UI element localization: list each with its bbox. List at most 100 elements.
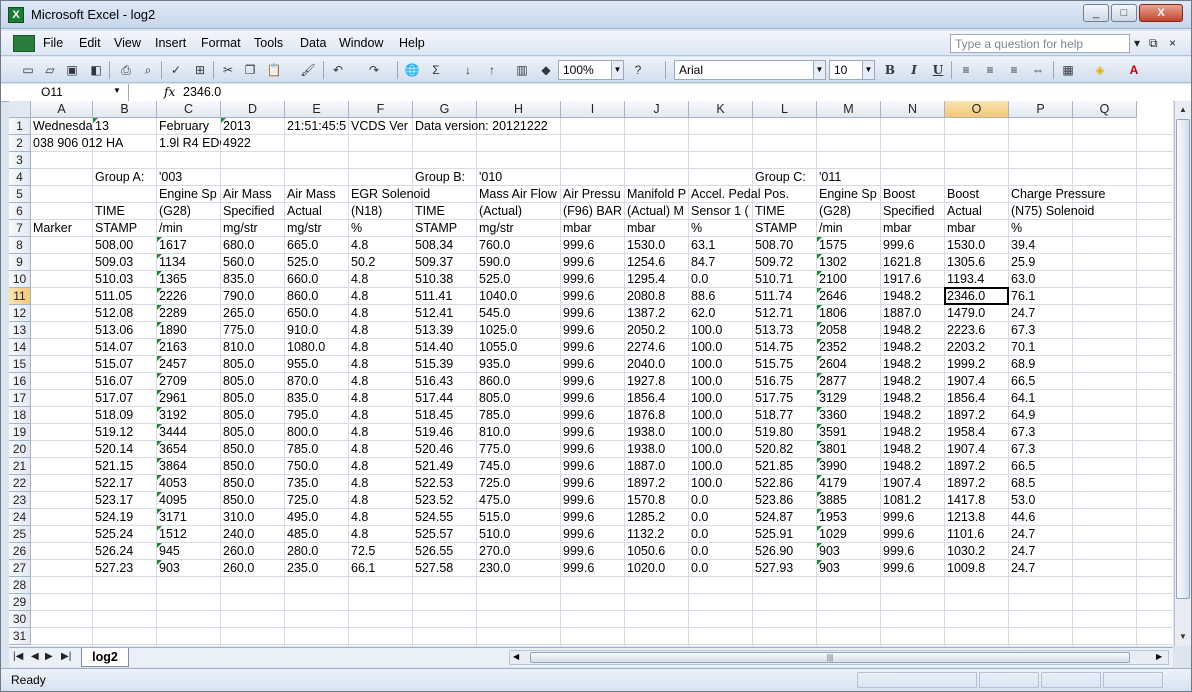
cell-j27[interactable]: 1020.0 [625,560,689,577]
cell-k17[interactable]: 100.0 [689,390,753,407]
row-header-17[interactable]: 17 [9,390,31,407]
cell-g22[interactable]: 522.53 [413,475,477,492]
cell-c7[interactable]: /min [157,220,221,237]
cell-h16[interactable]: 860.0 [477,373,561,390]
workbook-icon[interactable] [13,35,35,52]
cell-i19[interactable]: 999.6 [561,424,625,441]
cell-k25[interactable]: 0.0 [689,526,753,543]
cell-b14[interactable]: 514.07 [93,339,157,356]
cell-b7[interactable]: STAMP [93,220,157,237]
column-header-k[interactable]: K [689,101,753,118]
cell-m25[interactable]: 1029 [817,526,881,543]
cell-i26[interactable]: 999.6 [561,543,625,560]
cell-k24[interactable]: 0.0 [689,509,753,526]
spelling-icon[interactable]: ✓ [167,61,185,79]
cell-l15[interactable]: 515.75 [753,356,817,373]
cell-b21[interactable]: 521.15 [93,458,157,475]
cell-j11[interactable]: 2080.8 [625,288,689,305]
cell-m27[interactable]: 903 [817,560,881,577]
copy-icon[interactable]: ❐ [241,61,259,79]
cell-e27[interactable]: 235.0 [285,560,349,577]
horizontal-scrollbar[interactable]: ◀ ||| ▶ [509,650,1169,665]
cell-f16[interactable]: 4.8 [349,373,413,390]
cell-l7[interactable]: STAMP [753,220,817,237]
cell-j15[interactable]: 2040.0 [625,356,689,373]
cell-c11[interactable]: 2226 [157,288,221,305]
cell-e5[interactable]: Air Mass [285,186,349,203]
cell-k7[interactable]: % [689,220,753,237]
format-painter-icon[interactable]: 🖌 [299,61,317,79]
cell-m19[interactable]: 3591 [817,424,881,441]
cell-i18[interactable]: 999.6 [561,407,625,424]
cell-k14[interactable]: 100.0 [689,339,753,356]
cell-i16[interactable]: 999.6 [561,373,625,390]
cell-g25[interactable]: 525.57 [413,526,477,543]
cell-j8[interactable]: 1530.0 [625,237,689,254]
cell-f19[interactable]: 4.8 [349,424,413,441]
cell-e13[interactable]: 910.0 [285,322,349,339]
cell-b15[interactable]: 515.07 [93,356,157,373]
cell-o17[interactable]: 1856.4 [945,390,1009,407]
column-header-m[interactable]: M [817,101,881,118]
cell-o21[interactable]: 1897.2 [945,458,1009,475]
cell-e16[interactable]: 870.0 [285,373,349,390]
cell-j10[interactable]: 1295.4 [625,271,689,288]
cell-g19[interactable]: 519.46 [413,424,477,441]
scroll-down-icon[interactable]: ▼ [1176,629,1190,644]
cell-h24[interactable]: 515.0 [477,509,561,526]
cell-h18[interactable]: 785.0 [477,407,561,424]
cell-i24[interactable]: 999.6 [561,509,625,526]
cell-c20[interactable]: 3654 [157,441,221,458]
column-header-q[interactable]: Q [1073,101,1137,118]
cell-p5[interactable]: Charge Pressure [1009,186,1137,203]
cell-d24[interactable]: 310.0 [221,509,285,526]
cell-h22[interactable]: 725.0 [477,475,561,492]
cell-h17[interactable]: 805.0 [477,390,561,407]
align-right-icon[interactable]: ≡ [1005,61,1023,79]
cell-b12[interactable]: 512.08 [93,305,157,322]
column-header-o[interactable]: O [945,101,1009,118]
cell-g6[interactable]: TIME [413,203,477,220]
cell-p7[interactable]: % [1009,220,1137,237]
borders-icon[interactable]: ▦ [1059,61,1077,79]
cell-c15[interactable]: 2457 [157,356,221,373]
cell-b11[interactable]: 511.05 [93,288,157,305]
cell-i11[interactable]: 999.6 [561,288,625,305]
cell-f7[interactable]: % [349,220,413,237]
cell-j26[interactable]: 1050.6 [625,543,689,560]
cell-b27[interactable]: 527.23 [93,560,157,577]
cell-d26[interactable]: 260.0 [221,543,285,560]
cell-h9[interactable]: 590.0 [477,254,561,271]
cell-b8[interactable]: 508.00 [93,237,157,254]
cell-p16[interactable]: 66.5 [1009,373,1137,390]
cell-n5[interactable]: Boost [881,186,945,203]
sort-ascending-icon[interactable]: ↓ [459,61,477,79]
undo-icon[interactable]: ↶ [329,61,347,79]
cell-i15[interactable]: 999.6 [561,356,625,373]
cell-n21[interactable]: 1948.2 [881,458,945,475]
cell-m22[interactable]: 4179 [817,475,881,492]
research-icon[interactable]: ⊞ [191,61,209,79]
cell-l6[interactable]: TIME [753,203,817,220]
cell-e22[interactable]: 735.0 [285,475,349,492]
print-preview-icon[interactable]: ⌕ [139,61,157,79]
cell-l23[interactable]: 523.86 [753,492,817,509]
column-header-g[interactable]: G [413,101,477,118]
cell-j19[interactable]: 1938.0 [625,424,689,441]
cell-f23[interactable]: 4.8 [349,492,413,509]
cell-i20[interactable]: 999.6 [561,441,625,458]
cell-m20[interactable]: 3801 [817,441,881,458]
worksheet-grid[interactable]: A B C D E F G H I J K L M N O P Q 1 Wednesda 13 February 2013… [9,101,1173,646]
cell-d22[interactable]: 850.0 [221,475,285,492]
cell-g13[interactable]: 513.39 [413,322,477,339]
row-header-8[interactable]: 8 [9,237,31,254]
underline-button[interactable]: U [929,61,947,79]
cell-e18[interactable]: 795.0 [285,407,349,424]
cell-d16[interactable]: 805.0 [221,373,285,390]
column-header-e[interactable]: E [285,101,349,118]
paste-icon[interactable]: 📋 [265,61,283,79]
cell-d9[interactable]: 560.0 [221,254,285,271]
cell-o20[interactable]: 1907.4 [945,441,1009,458]
row-header-28[interactable]: 28 [9,577,31,594]
cell-p17[interactable]: 64.1 [1009,390,1137,407]
